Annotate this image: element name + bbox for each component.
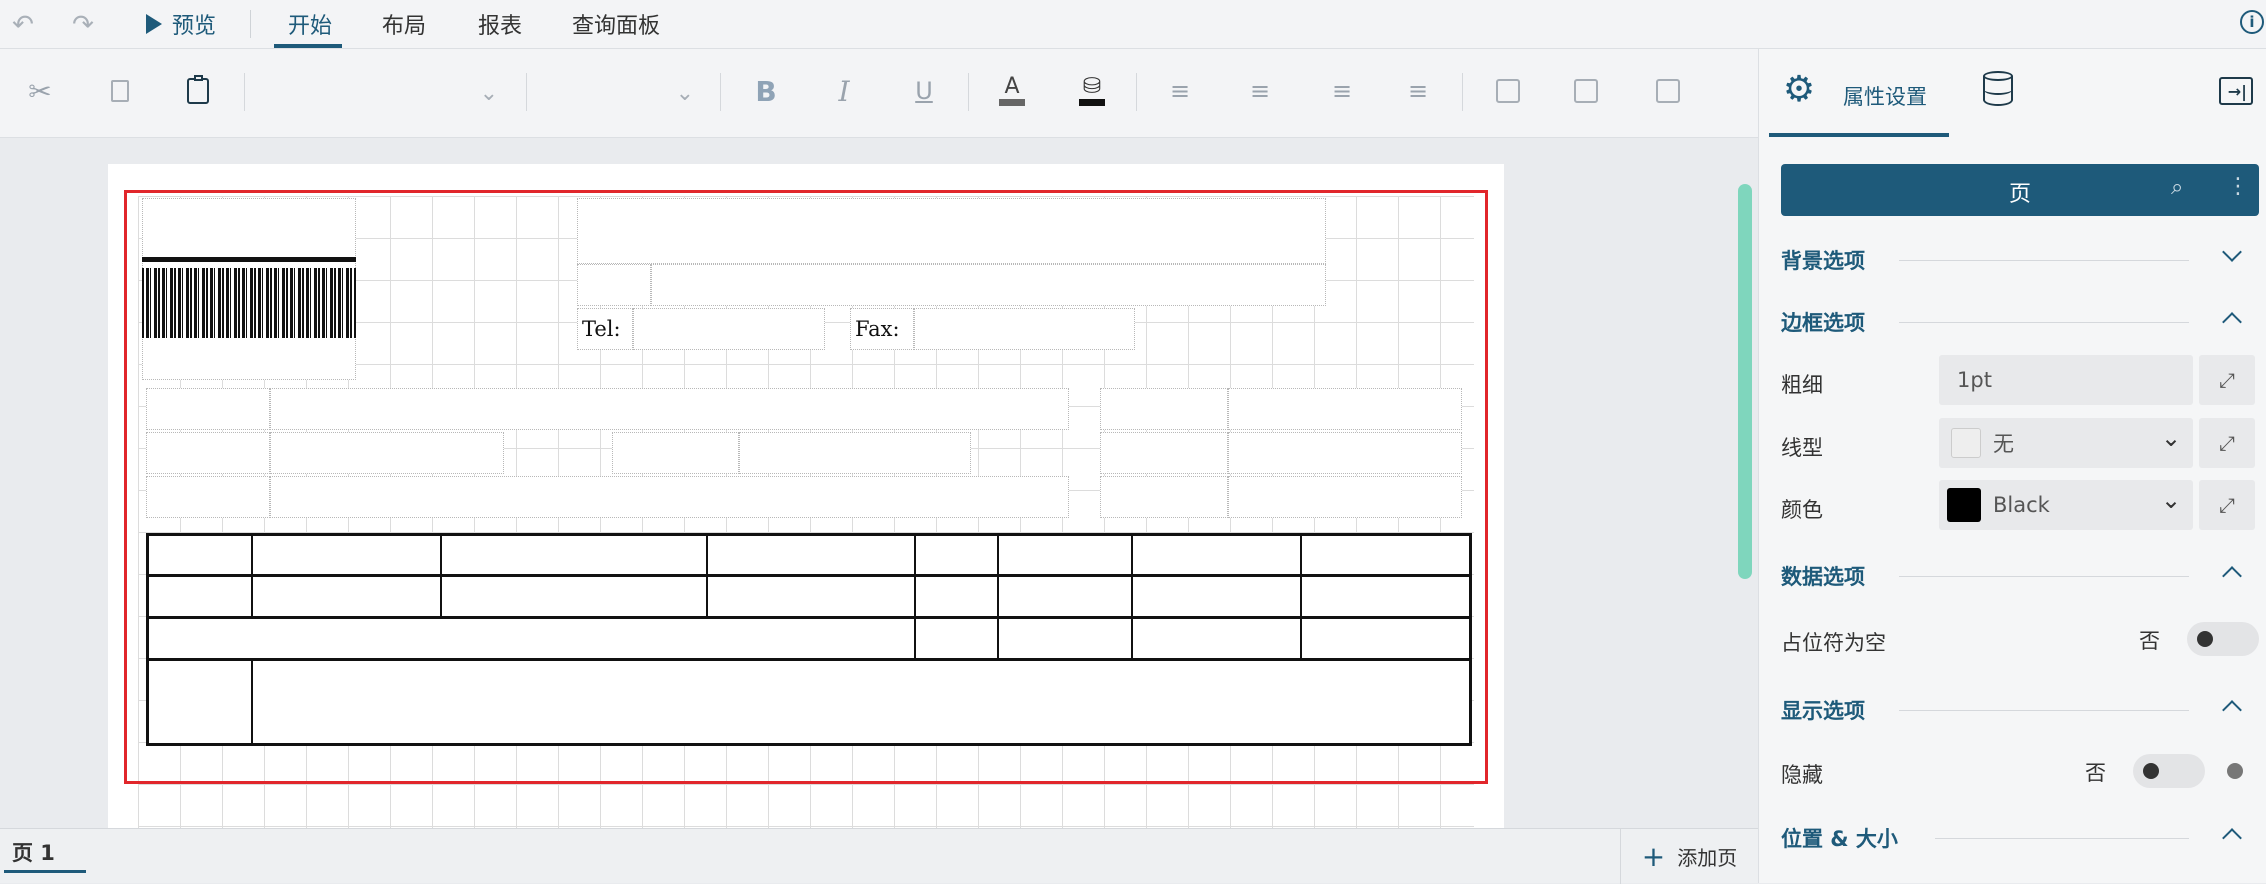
valign-top-icon[interactable] — [1486, 69, 1530, 113]
align-center-icon[interactable]: ≡ — [1238, 69, 1282, 113]
menu-divider — [250, 10, 251, 38]
border-style-label: 线型 — [1781, 436, 1823, 460]
more-icon[interactable]: ⋮ — [2227, 174, 2249, 199]
status-bar: 页 1 + 添加页 — [0, 828, 1758, 884]
copy-icon[interactable] — [98, 69, 142, 113]
fill-color-icon[interactable]: ⛁ — [1070, 69, 1114, 113]
add-page-label: 添加页 — [1677, 846, 1738, 870]
section-data[interactable]: 数据选项 — [1781, 561, 1865, 591]
border-style-select[interactable]: 无 ⌄ — [1939, 418, 2193, 468]
font-color-icon[interactable]: A — [990, 69, 1034, 113]
chevron-down-icon: ⌄ — [2161, 486, 2182, 514]
bold-button[interactable]: B — [744, 69, 788, 113]
font-family-select[interactable]: ⌄ — [258, 73, 508, 113]
font-size-select[interactable]: ⌄ — [540, 73, 704, 113]
placeholder-empty-value: 否 — [2139, 629, 2160, 653]
toolbar-divider — [526, 73, 527, 111]
border-color-select[interactable]: Black ⌄ — [1939, 480, 2193, 530]
expression-indicator-icon[interactable] — [2227, 763, 2243, 779]
vertical-scrollbar[interactable] — [1738, 184, 1752, 579]
border-color-value: Black — [1993, 493, 2050, 517]
align-right-icon[interactable]: ≡ — [1320, 69, 1364, 113]
toolbar-divider — [244, 73, 245, 111]
database-icon[interactable] — [1981, 71, 2017, 111]
info-icon[interactable]: i — [2240, 10, 2264, 34]
expand-icon[interactable]: ⤢ — [2199, 355, 2255, 405]
chevron-up-icon[interactable] — [2222, 700, 2242, 720]
border-width-field[interactable]: 1pt — [1939, 355, 2193, 405]
underline-button[interactable]: U — [902, 69, 946, 113]
placeholder-empty-toggle[interactable] — [2187, 622, 2259, 656]
toolbar-divider — [1136, 73, 1137, 111]
chevron-down-icon: ⌄ — [479, 80, 498, 106]
panel-header-title: 页 — [2008, 182, 2031, 207]
chevron-down-icon: ⌄ — [675, 80, 694, 106]
align-justify-icon[interactable]: ≡ — [1396, 69, 1440, 113]
align-left-icon[interactable]: ≡ — [1158, 69, 1202, 113]
play-icon — [146, 14, 162, 34]
panel-header: 页 ⌕ ⋮ — [1781, 164, 2259, 216]
page-tab-1[interactable]: 页 1 — [12, 837, 55, 867]
toolbar-divider — [720, 73, 721, 111]
valign-bottom-icon[interactable] — [1646, 69, 1690, 113]
tab-properties[interactable]: 属性设置 — [1843, 81, 1927, 111]
toolbar: ✂ ⌄ ⌄ B I U A ⛁ ≡ ≡ ≡ ≡ — [0, 49, 1758, 138]
hidden-value: 否 — [2085, 761, 2106, 785]
add-page-button[interactable]: + 添加页 — [1620, 829, 1758, 884]
section-display[interactable]: 显示选项 — [1781, 695, 1865, 725]
border-width-label: 粗细 — [1781, 373, 1823, 397]
section-divider — [1899, 322, 2189, 323]
properties-panel: ⚙ 属性设置 →| 页 ⌕ ⋮ 背景选项 边框选项 粗细 1pt ⤢ 线型 无 … — [1758, 49, 2266, 883]
hidden-label: 隐藏 — [1781, 763, 1823, 787]
tab-layout[interactable]: 布局 — [382, 8, 426, 40]
hidden-toggle[interactable] — [2133, 754, 2205, 788]
expand-icon[interactable]: ⤢ — [2199, 480, 2255, 530]
section-background[interactable]: 背景选项 — [1781, 245, 1865, 275]
collapse-panel-icon[interactable]: →| — [2219, 77, 2253, 105]
section-divider — [1935, 838, 2189, 839]
tab-query-panel[interactable]: 查询面板 — [572, 8, 660, 40]
italic-icon: I — [838, 74, 850, 108]
section-divider — [1899, 260, 2189, 261]
chevron-up-icon[interactable] — [2222, 566, 2242, 586]
color-swatch — [1947, 488, 1981, 522]
border-width-value: 1pt — [1957, 368, 1992, 392]
chevron-up-icon[interactable] — [2222, 828, 2242, 848]
italic-button[interactable]: I — [822, 69, 866, 113]
chevron-down-icon: ⌄ — [2161, 424, 2182, 452]
section-divider — [1899, 576, 2189, 577]
section-position-size[interactable]: 位置 & 大小 — [1781, 823, 1898, 853]
gear-icon[interactable]: ⚙ — [1779, 69, 1819, 110]
selection-outline — [124, 190, 1488, 784]
toolbar-divider — [1462, 73, 1463, 111]
preview-button[interactable]: 预览 — [146, 6, 216, 42]
section-divider — [1899, 710, 2189, 711]
valign-middle-icon[interactable] — [1564, 69, 1608, 113]
underline-icon: U — [915, 77, 933, 105]
plus-icon: + — [1641, 840, 1666, 873]
chevron-down-icon[interactable] — [2222, 242, 2242, 262]
placeholder-empty-label: 占位符为空 — [1781, 631, 1886, 655]
expand-icon[interactable]: ⤢ — [2199, 418, 2255, 468]
menu-bar: ↶ ↷ 预览 开始 布局 报表 查询面板 i — [0, 0, 2266, 49]
cut-icon[interactable]: ✂ — [18, 69, 62, 113]
tab-start-underline — [274, 44, 342, 48]
toolbar-divider — [968, 73, 969, 111]
border-style-value: 无 — [1993, 432, 2014, 456]
chevron-up-icon[interactable] — [2222, 312, 2242, 332]
paste-icon[interactable] — [176, 69, 220, 113]
border-color-label: 颜色 — [1781, 498, 1823, 522]
page-tab-underline — [4, 870, 86, 873]
tab-report[interactable]: 报表 — [478, 8, 522, 40]
preview-label: 预览 — [172, 14, 217, 39]
bold-icon: B — [755, 74, 777, 108]
undo-icon[interactable]: ↶ — [6, 8, 40, 42]
search-icon[interactable]: ⌕ — [2171, 175, 2183, 200]
redo-icon[interactable]: ↷ — [66, 8, 100, 42]
border-style-swatch — [1951, 428, 1981, 458]
section-border[interactable]: 边框选项 — [1781, 307, 1865, 337]
tab-start[interactable]: 开始 — [288, 8, 332, 40]
tab-properties-underline — [1769, 133, 1949, 137]
